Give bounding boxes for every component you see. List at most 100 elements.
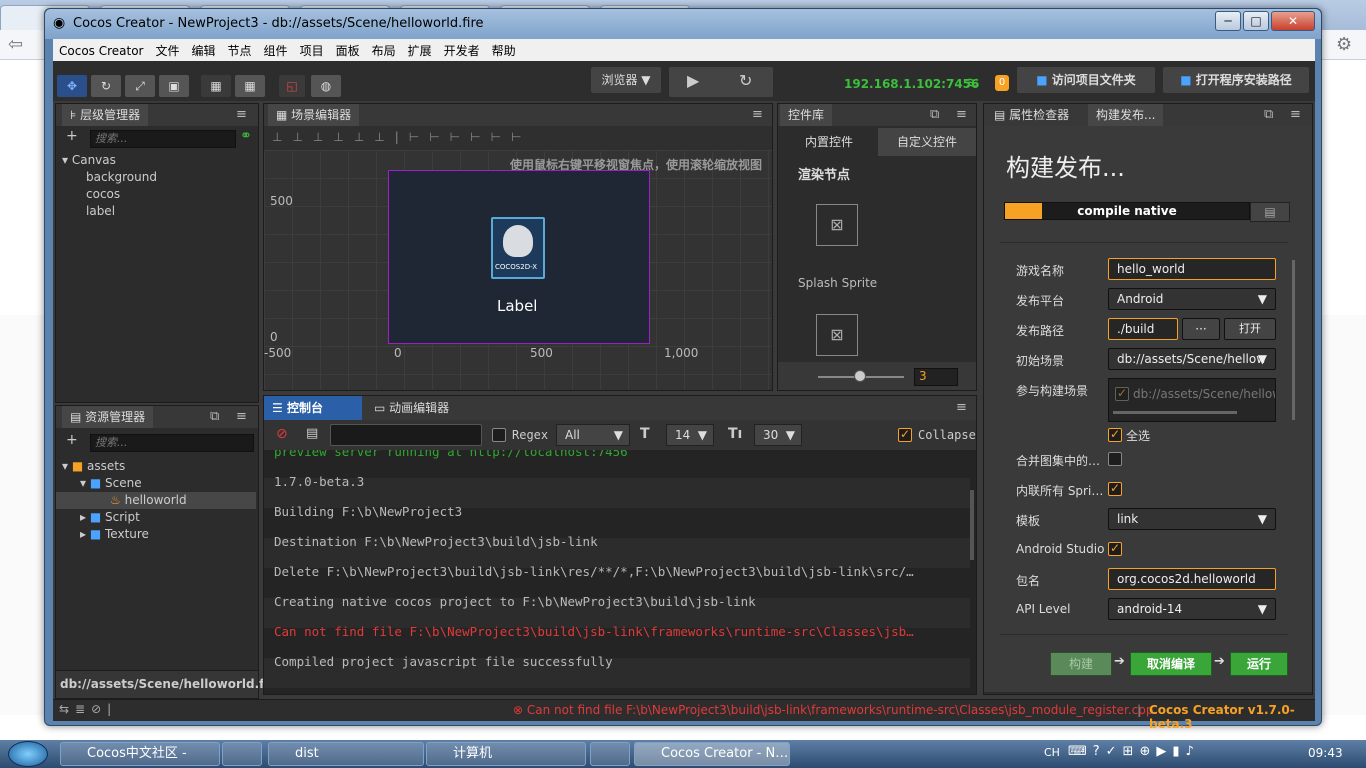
tree-item-cocos[interactable]: cocos — [86, 186, 120, 203]
menu-developer[interactable]: 开发者 — [438, 39, 486, 61]
popout-icon[interactable]: ⧉ — [930, 107, 939, 122]
tree-item-background[interactable]: background — [86, 169, 157, 186]
tree-item-label[interactable]: label — [86, 203, 115, 220]
log-file-icon[interactable]: ▤ — [306, 426, 318, 441]
rotate-tool-icon[interactable]: ↻ — [91, 75, 121, 97]
run-button[interactable]: 运行 — [1230, 652, 1288, 676]
taskbar-item-chrome[interactable]: Cocos中文社区 - 36… — [60, 742, 220, 766]
taskbar-item-notes[interactable] — [590, 742, 630, 766]
refresh-icon[interactable]: ↻ — [739, 71, 752, 90]
preview-browser-select[interactable]: 浏览器 ▼ — [591, 67, 661, 93]
tray-icons[interactable]: ⌨?✓⊞⊕▶▮♪ — [1068, 744, 1200, 759]
tree-item-assets[interactable]: ▾ ■ assets — [62, 458, 125, 475]
log-level-select[interactable]: All ▼ — [556, 424, 630, 446]
scale-tool-icon[interactable]: ⤢ — [125, 75, 155, 97]
rect-tool-icon[interactable]: ▣ — [159, 75, 189, 97]
game-name-input[interactable]: hello_world — [1108, 258, 1276, 280]
hierarchy-search-input[interactable]: 搜索... — [90, 130, 236, 148]
panel-menu-icon[interactable]: ≡ — [956, 400, 967, 415]
status-icons[interactable]: ⇆≣⊘| — [59, 702, 117, 716]
tab-inspector[interactable]: ▤ 属性检查器 — [986, 104, 1078, 126]
collapse-checkbox[interactable] — [898, 427, 912, 442]
menu-cocos[interactable]: Cocos Creator — [53, 41, 150, 63]
menu-component[interactable]: 组件 — [258, 39, 294, 61]
start-scene-select[interactable]: db://assets/Scene/hellow ▼ — [1108, 348, 1276, 370]
menu-help[interactable]: 帮助 — [486, 39, 522, 61]
clock[interactable]: 09:43 — [1308, 746, 1343, 760]
panel-menu-icon[interactable]: ≡ — [1290, 107, 1301, 122]
popout-icon[interactable]: ⧉ — [1264, 107, 1273, 122]
tab-console[interactable]: ☰ 控制台 — [264, 396, 362, 420]
sprite-placeholder-icon[interactable]: ⊠ — [816, 314, 858, 356]
add-node-icon[interactable]: + — [66, 128, 78, 144]
scene-label-node[interactable]: Label — [497, 297, 537, 315]
tab-build[interactable]: 构建发布... — [1088, 104, 1164, 126]
tab-widget-library[interactable]: 控件库 — [780, 104, 833, 126]
taskbar-item-cocos[interactable]: Cocos Creator - N… — [634, 742, 790, 766]
minimize-button[interactable]: ─ — [1215, 11, 1241, 31]
move-tool-icon[interactable]: ✥ — [57, 75, 87, 97]
play-icon[interactable]: ▶ — [687, 71, 699, 90]
inline-sprite-checkbox[interactable] — [1108, 481, 1122, 496]
build-log-icon[interactable]: ▤ — [1250, 202, 1290, 222]
menu-extension[interactable]: 扩展 — [402, 39, 438, 61]
popout-icon[interactable]: ⧉ — [210, 409, 219, 424]
taskbar-item-app[interactable] — [222, 742, 262, 766]
visit-project-folder-button[interactable]: ■ 访问项目文件夹 — [1017, 67, 1155, 93]
tree-item-script-folder[interactable]: ▸ ■ Script — [80, 509, 140, 526]
start-button[interactable] — [8, 741, 48, 767]
tab-animation-editor[interactable]: ▭ 动画编辑器 — [366, 396, 458, 420]
tree-item-helloworld[interactable]: ♨ helloworld — [56, 492, 256, 509]
zoom-slider-handle[interactable] — [854, 370, 866, 382]
clear-icon[interactable]: ⊘ — [276, 426, 288, 442]
panel-menu-icon[interactable]: ≡ — [752, 107, 763, 122]
tab-scene[interactable]: ▦ 场景编辑器 — [268, 104, 360, 126]
console-scrollbar[interactable] — [970, 490, 974, 560]
api-level-select[interactable]: android-14 ▼ — [1108, 598, 1276, 620]
scene-list-scrollbar[interactable] — [1113, 411, 1237, 414]
tab-assets[interactable]: ▤ 资源管理器 — [62, 406, 154, 428]
android-studio-checkbox[interactable] — [1108, 541, 1122, 556]
panel-menu-icon[interactable]: ≡ — [236, 107, 247, 122]
canvas-node[interactable]: COCOS2D-X Label — [388, 170, 650, 344]
package-name-input[interactable]: org.cocos2d.helloworld — [1108, 568, 1276, 590]
menu-panel[interactable]: 面板 — [330, 39, 366, 61]
local-toggle-icon[interactable]: ▦ — [235, 75, 265, 97]
add-asset-icon[interactable]: + — [66, 432, 78, 448]
merge-atlas-checkbox[interactable] — [1108, 452, 1122, 466]
template-select[interactable]: link ▼ — [1108, 508, 1276, 530]
gizmo-icon[interactable]: ◍ — [311, 75, 341, 97]
font-size-select[interactable]: 14 ▼ — [666, 424, 714, 446]
scene-viewport[interactable]: 使用鼠标右键平移视窗焦点，使用滚轮缩放视图 500 0 -500 0 500 1… — [264, 150, 772, 390]
cocos-logo[interactable]: COCOS2D-X — [491, 217, 545, 279]
panel-menu-icon[interactable]: ≡ — [956, 107, 967, 122]
platform-select[interactable]: Android ▼ — [1108, 288, 1276, 310]
tab-builtin-widgets[interactable]: 内置控件 — [780, 128, 878, 156]
zoom-value-input[interactable]: 3 — [914, 368, 958, 386]
align-toolbar[interactable]: ⊥⊥⊥⊥⊥⊥|⊢⊢⊢⊢⊢⊢ — [264, 126, 772, 150]
menu-file[interactable]: 文件 — [150, 39, 186, 61]
tab-hierarchy[interactable]: ⊧ 层级管理器 — [62, 104, 149, 126]
panel-menu-icon[interactable]: ≡ — [236, 409, 247, 424]
language-indicator[interactable]: CH — [1044, 746, 1060, 759]
widget-splash-sprite[interactable]: Splash Sprite — [798, 276, 877, 290]
menu-project[interactable]: 项目 — [294, 39, 330, 61]
wrench-icon[interactable]: ⚙ — [1336, 34, 1352, 55]
open-path-button[interactable]: 打开 — [1224, 318, 1276, 340]
close-button[interactable]: ✕ — [1271, 11, 1315, 31]
open-install-path-button[interactable]: ■ 打开程序安装路径 — [1163, 67, 1309, 93]
menu-layout[interactable]: 布局 — [366, 39, 402, 61]
scene-checkbox[interactable] — [1115, 386, 1129, 401]
browse-path-button[interactable]: ··· — [1182, 318, 1220, 340]
maximize-button[interactable]: □ — [1243, 11, 1269, 31]
tree-item-scene-folder[interactable]: ▾ ■ Scene — [80, 475, 142, 492]
back-icon[interactable]: ⇦ — [8, 34, 23, 55]
select-all-checkbox[interactable] — [1108, 427, 1122, 442]
regex-checkbox[interactable] — [492, 428, 506, 442]
console-filter-input[interactable] — [330, 424, 482, 446]
taskbar-item-dist[interactable]: dist — [268, 742, 424, 766]
build-button[interactable]: 构建 — [1050, 652, 1112, 676]
snap-icon[interactable]: ◱ — [279, 75, 305, 97]
menu-edit[interactable]: 编辑 — [186, 39, 222, 61]
taskbar-item-computer[interactable]: 计算机 — [426, 742, 586, 766]
